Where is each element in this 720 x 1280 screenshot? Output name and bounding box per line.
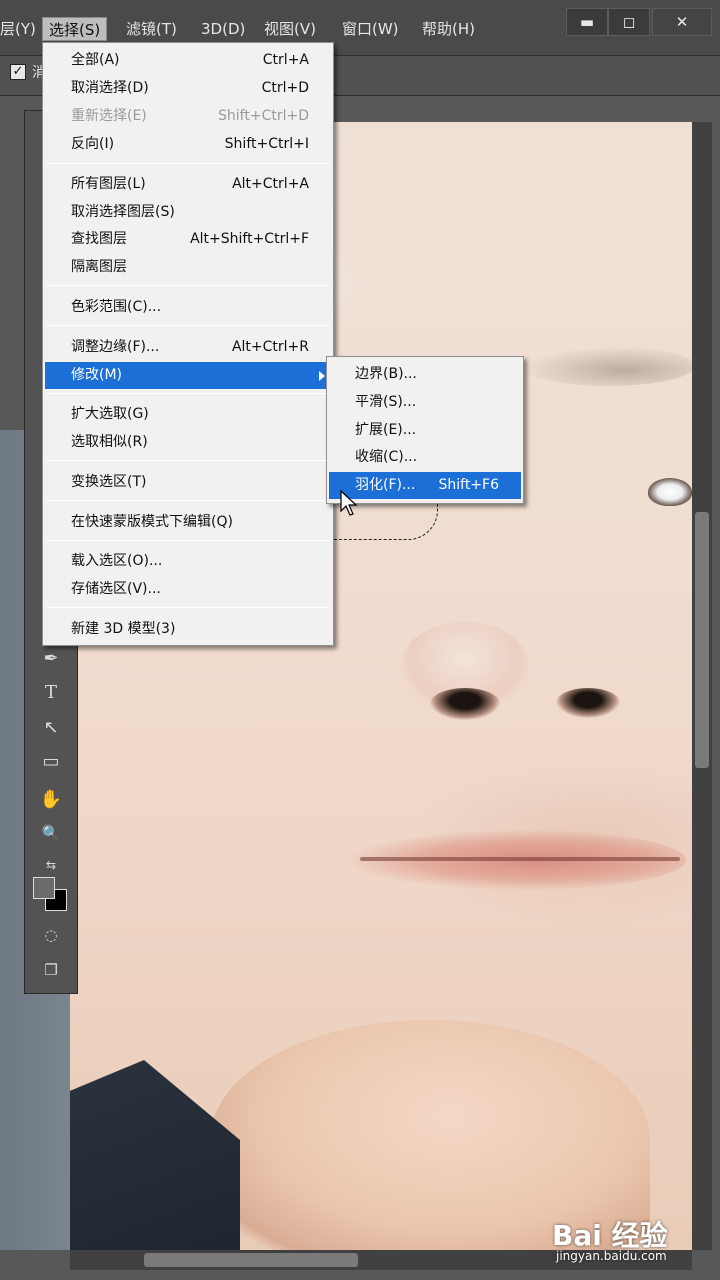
- zoom-icon[interactable]: 🔍: [37, 819, 65, 847]
- menu-separator: [47, 460, 329, 461]
- close-icon: ✕: [675, 13, 689, 31]
- swap-colors-icon[interactable]: ⇆: [37, 851, 65, 879]
- foreground-color-swatch[interactable]: [33, 877, 55, 899]
- mouse-cursor-icon: [340, 490, 358, 516]
- submenu-item-border[interactable]: 边界(B)...: [329, 361, 521, 388]
- menu-item-deselect-layers[interactable]: 取消选择图层(S): [45, 199, 331, 226]
- menu-item-new-3d-model[interactable]: 新建 3D 模型(3): [45, 616, 331, 643]
- select-menu: 全部(A) Ctrl+A 取消选择(D) Ctrl+D 重新选择(E) Shift+C…: [42, 42, 334, 646]
- vertical-scrollbar[interactable]: [692, 122, 712, 1250]
- submenu-item-expand[interactable]: 扩展(E)...: [329, 417, 521, 444]
- menu-separator: [47, 163, 329, 164]
- path-selection-icon[interactable]: ↖: [37, 714, 65, 742]
- menu-item-similar[interactable]: 选取相似(R): [45, 429, 331, 456]
- horizontal-scroll-thumb[interactable]: [144, 1253, 358, 1267]
- maximize-icon: ◻: [622, 13, 636, 31]
- menu-item-isolate-layers[interactable]: 隔离图层: [45, 254, 331, 281]
- menu-item-modify[interactable]: 修改(M): [45, 362, 331, 389]
- close-button[interactable]: ✕: [652, 8, 712, 36]
- anti-alias-checkbox[interactable]: ✓: [10, 64, 26, 80]
- menu-help[interactable]: 帮助(H): [416, 17, 481, 41]
- menu-item-load-selection[interactable]: 载入选区(O)...: [45, 548, 331, 575]
- menu-item-quick-mask[interactable]: 在快速蒙版模式下编辑(Q): [45, 509, 331, 536]
- menu-separator: [47, 607, 329, 608]
- menu-separator: [47, 540, 329, 541]
- menu-view[interactable]: 视图(V): [258, 17, 322, 41]
- menu-item-color-range[interactable]: 色彩范围(C)...: [45, 294, 331, 321]
- menu-separator: [47, 393, 329, 394]
- menu-separator: [47, 500, 329, 501]
- photoshop-window: 层(Y) 选择(S) 滤镜(T) 3D(D) 视图(V) 窗口(W) 帮助(H)…: [0, 0, 720, 1280]
- eyebrow: [520, 346, 692, 386]
- quick-mask-icon[interactable]: ◌: [37, 921, 65, 949]
- menu-item-deselect[interactable]: 取消选择(D) Ctrl+D: [45, 75, 331, 102]
- menu-item-reselect: 重新选择(E) Shift+Ctrl+D: [71, 108, 309, 124]
- type-icon[interactable]: T: [37, 679, 65, 707]
- menu-item-save-selection[interactable]: 存储选区(V)...: [45, 576, 331, 603]
- menu-item-transform-selection[interactable]: 变换选区(T): [45, 469, 331, 496]
- maximize-button[interactable]: ◻: [608, 8, 650, 36]
- rectangle-icon[interactable]: ▭: [37, 748, 65, 776]
- menu-item-all-layers[interactable]: 所有图层(L) Alt+Ctrl+A: [45, 171, 331, 198]
- menu-separator: [47, 325, 329, 326]
- submenu-item-contract[interactable]: 收缩(C)...: [329, 444, 521, 471]
- nostril-right: [556, 688, 620, 718]
- minimize-button[interactable]: ▬: [566, 8, 608, 36]
- menu-item-grow[interactable]: 扩大选取(G): [45, 401, 331, 428]
- menu-3d[interactable]: 3D(D): [195, 17, 251, 41]
- menu-layer[interactable]: 层(Y): [0, 17, 42, 41]
- vertical-scroll-thumb[interactable]: [695, 512, 709, 768]
- baidu-watermark-url: jingyan.baidu.com: [556, 1249, 667, 1263]
- menu-item-find-layers[interactable]: 查找图层 Alt+Shift+Ctrl+F: [45, 226, 331, 253]
- submenu-arrow-icon: [319, 371, 325, 381]
- menu-item-inverse[interactable]: 反向(I) Shift+Ctrl+I: [45, 131, 331, 158]
- minimize-icon: ▬: [579, 13, 595, 31]
- hand-icon[interactable]: ✋: [37, 786, 65, 814]
- menu-item-all[interactable]: 全部(A) Ctrl+A: [45, 47, 331, 74]
- menu-select[interactable]: 选择(S): [42, 17, 108, 41]
- baidu-watermark-logo: Bai 经验: [552, 1219, 668, 1252]
- pen-icon[interactable]: ✒: [37, 645, 65, 673]
- menu-window[interactable]: 窗口(W): [336, 17, 405, 41]
- menu-item-refine-edge[interactable]: 调整边缘(F)... Alt+Ctrl+R: [45, 334, 331, 361]
- eye: [648, 478, 692, 506]
- menu-separator: [47, 285, 329, 286]
- submenu-item-smooth[interactable]: 平滑(S)...: [329, 389, 521, 416]
- menu-filter[interactable]: 滤镜(T): [120, 17, 183, 41]
- lip-line: [360, 857, 680, 861]
- jacket-collar: [70, 1060, 240, 1250]
- modify-submenu: 边界(B)... 平滑(S)... 扩展(E)... 收缩(C)... 羽化(F…: [326, 356, 524, 504]
- screen-mode-icon[interactable]: ❐: [37, 956, 65, 984]
- nostril-left: [430, 688, 500, 720]
